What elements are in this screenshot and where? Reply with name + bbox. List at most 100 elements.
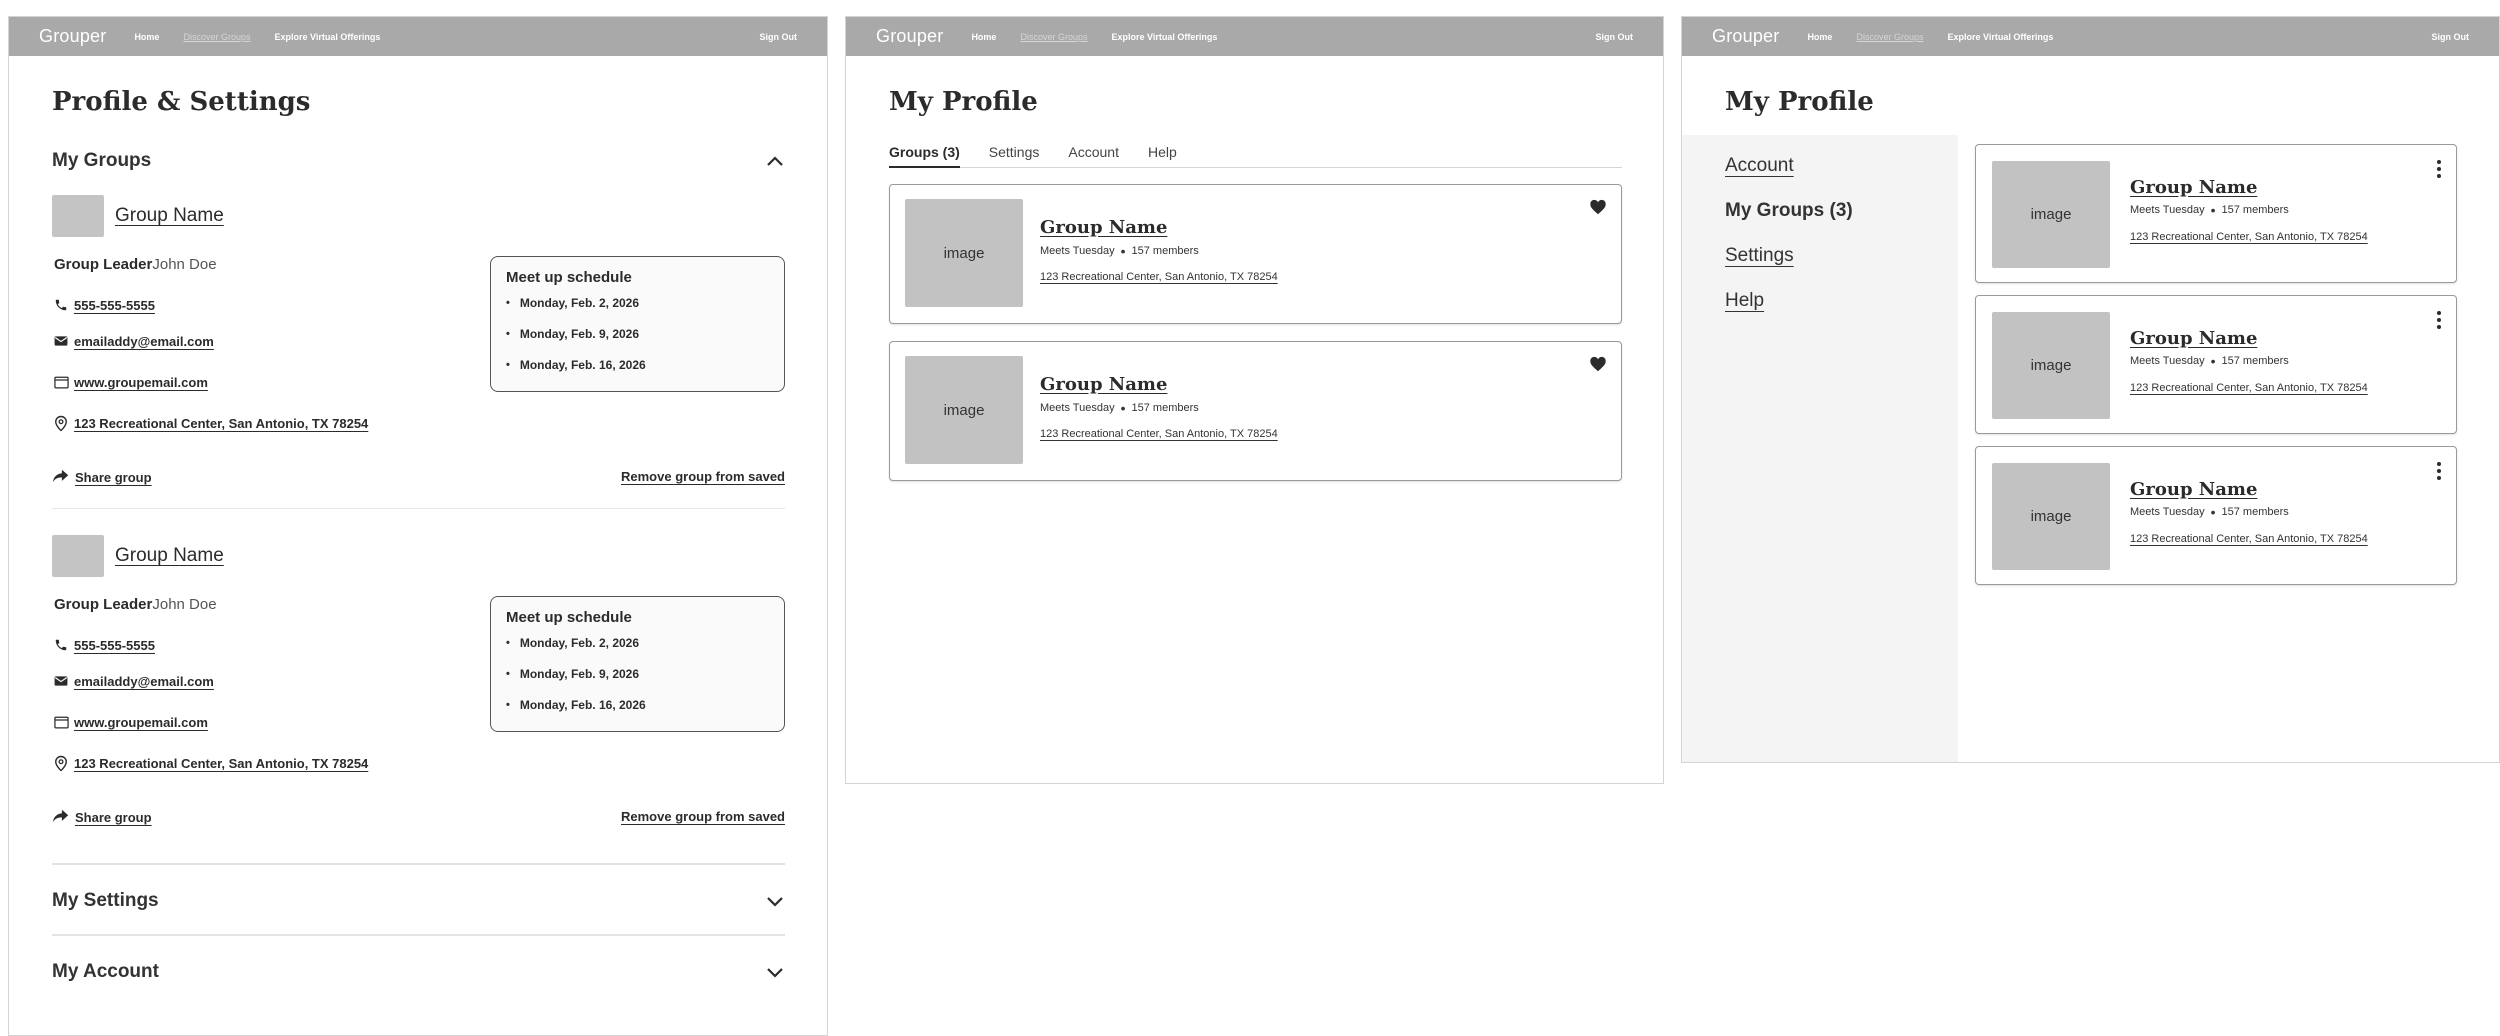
sign-out-link[interactable]: Sign Out — [1596, 32, 1634, 42]
bullet-separator: • — [1120, 400, 1126, 416]
schedule-date: Monday, Feb. 16, 2026 — [506, 358, 769, 372]
tab-groups[interactable]: Groups (3) — [889, 144, 960, 168]
email-row[interactable]: emailaddy@email.com — [52, 672, 214, 690]
group-thumbnail — [52, 195, 104, 237]
heart-icon[interactable] — [1589, 199, 1607, 215]
phone-icon — [52, 636, 70, 654]
chevron-down-icon[interactable] — [765, 962, 785, 982]
group-name-link[interactable]: Group Name — [1040, 374, 1167, 395]
email-link[interactable]: emailaddy@email.com — [74, 674, 214, 689]
phone-row[interactable]: 555-555-5555 — [52, 636, 155, 654]
group-address-link[interactable]: 123 Recreational Center, San Antonio, TX… — [2130, 382, 2368, 394]
page-title: My Profile — [1725, 87, 1874, 117]
more-vertical-icon[interactable] — [2436, 461, 2446, 481]
group-address-link[interactable]: 123 Recreational Center, San Antonio, TX… — [2130, 231, 2368, 243]
share-group-label: Share group — [75, 810, 152, 825]
logo[interactable]: Grouper — [39, 26, 106, 47]
sidebar-item-help[interactable]: Help — [1725, 290, 1764, 312]
remove-group-button[interactable]: Remove group from saved — [621, 469, 785, 484]
bullet-separator: • — [1120, 243, 1126, 259]
group-address-link[interactable]: 123 Recreational Center, San Antonio, TX… — [1040, 428, 1278, 440]
group-card[interactable]: image Group Name Meets Tuesday • 157 membe… — [889, 184, 1622, 324]
group-image-placeholder: image — [1992, 312, 2110, 419]
group-card[interactable]: image Group Name Meets Tuesday • 157 membe… — [1975, 446, 2457, 585]
group-address-link[interactable]: 123 Recreational Center, San Antonio, TX… — [1040, 271, 1278, 283]
my-settings-header[interactable]: My Settings — [52, 890, 785, 912]
my-groups-header[interactable]: My Groups — [52, 150, 785, 172]
address-link[interactable]: 123 Recreational Center, San Antonio, TX… — [74, 416, 368, 431]
my-profile-sidebar-screen: Grouper Home Discover Groups Explore Vir… — [1681, 16, 2500, 763]
schedule-date: Monday, Feb. 2, 2026 — [506, 636, 769, 650]
phone-row[interactable]: 555-555-5555 — [52, 296, 155, 314]
chevron-up-icon[interactable] — [765, 151, 785, 171]
group-card[interactable]: image Group Name Meets Tuesday • 157 membe… — [1975, 144, 2457, 283]
my-account-header[interactable]: My Account — [52, 961, 785, 983]
nav-home-link[interactable]: Home — [134, 32, 159, 42]
nav-home-link[interactable]: Home — [971, 32, 996, 42]
phone-link[interactable]: 555-555-5555 — [74, 298, 155, 313]
group-leader: Group LeaderJohn Doe — [54, 256, 217, 273]
email-link[interactable]: emailaddy@email.com — [74, 334, 214, 349]
sign-out-link[interactable]: Sign Out — [2432, 32, 2470, 42]
share-group-button[interactable]: Share group — [52, 469, 152, 486]
member-count: 157 members — [2221, 355, 2289, 367]
group-card[interactable]: image Group Name Meets Tuesday • 157 membe… — [1975, 295, 2457, 434]
more-vertical-icon[interactable] — [2436, 159, 2446, 179]
website-link[interactable]: www.groupemail.com — [74, 375, 208, 390]
remove-group-button[interactable]: Remove group from saved — [621, 809, 785, 824]
more-vertical-icon[interactable] — [2436, 310, 2446, 330]
group-address-link[interactable]: 123 Recreational Center, San Antonio, TX… — [2130, 533, 2368, 545]
my-groups-label: My Groups — [52, 150, 152, 171]
website-link[interactable]: www.groupemail.com — [74, 715, 208, 730]
group-name-link[interactable]: Group Name — [2130, 328, 2257, 349]
group-thumbnail — [52, 535, 104, 577]
section-divider — [52, 934, 785, 936]
chevron-down-icon[interactable] — [765, 891, 785, 911]
meetup-schedule-box: Meet up schedule Monday, Feb. 2, 2026 Mo… — [490, 256, 785, 392]
group-leader-label: Group Leader — [54, 596, 153, 613]
group-meta: Meets Tuesday • 157 members — [2130, 203, 2289, 217]
nav-explore-link[interactable]: Explore Virtual Offerings — [1111, 32, 1217, 42]
logo[interactable]: Grouper — [876, 26, 943, 47]
nav-explore-link[interactable]: Explore Virtual Offerings — [1947, 32, 2053, 42]
group-name-link[interactable]: Group Name — [115, 545, 224, 567]
address-row[interactable]: 123 Recreational Center, San Antonio, TX… — [52, 414, 368, 432]
address-link[interactable]: 123 Recreational Center, San Antonio, TX… — [74, 756, 368, 771]
tab-help[interactable]: Help — [1148, 144, 1177, 168]
schedule-date: Monday, Feb. 9, 2026 — [506, 327, 769, 341]
email-row[interactable]: emailaddy@email.com — [52, 332, 214, 350]
website-row[interactable]: www.groupemail.com — [52, 373, 208, 391]
website-row[interactable]: www.groupemail.com — [52, 713, 208, 731]
group-name-link[interactable]: Group Name — [115, 205, 224, 227]
meets-day: Meets Tuesday — [1040, 245, 1115, 257]
nav-home-link[interactable]: Home — [1807, 32, 1832, 42]
page-title: Profile & Settings — [52, 87, 311, 117]
schedule-date: Monday, Feb. 2, 2026 — [506, 296, 769, 310]
sign-out-link[interactable]: Sign Out — [760, 32, 798, 42]
section-divider — [52, 863, 785, 865]
logo[interactable]: Grouper — [1712, 26, 1779, 47]
share-group-button[interactable]: Share group — [52, 809, 152, 826]
group-name-link[interactable]: Group Name — [1040, 217, 1167, 238]
tab-account[interactable]: Account — [1068, 144, 1119, 168]
group-name-link[interactable]: Group Name — [2130, 479, 2257, 500]
sidebar-item-my-groups[interactable]: My Groups (3) — [1725, 200, 1853, 222]
group-meta: Meets Tuesday • 157 members — [2130, 353, 2289, 369]
address-row[interactable]: 123 Recreational Center, San Antonio, TX… — [52, 754, 368, 772]
group-name-link[interactable]: Group Name — [2130, 177, 2257, 198]
tab-settings[interactable]: Settings — [989, 144, 1040, 168]
heart-icon[interactable] — [1589, 356, 1607, 372]
location-pin-icon — [52, 754, 70, 772]
nav-discover-link[interactable]: Discover Groups — [1020, 32, 1087, 42]
nav-discover-link[interactable]: Discover Groups — [183, 32, 250, 42]
my-settings-label: My Settings — [52, 890, 159, 911]
bullet-separator: • — [2210, 353, 2216, 369]
group-card[interactable]: image Group Name Meets Tuesday • 157 membe… — [889, 341, 1622, 481]
nav-explore-link[interactable]: Explore Virtual Offerings — [274, 32, 380, 42]
group-meta: Meets Tuesday • 157 members — [2130, 505, 2289, 519]
sidebar-item-settings[interactable]: Settings — [1725, 245, 1794, 267]
profile-sidebar: Account My Groups (3) Settings Help — [1682, 135, 1958, 762]
phone-link[interactable]: 555-555-5555 — [74, 638, 155, 653]
sidebar-item-account[interactable]: Account — [1725, 155, 1794, 177]
nav-discover-link[interactable]: Discover Groups — [1856, 32, 1923, 42]
